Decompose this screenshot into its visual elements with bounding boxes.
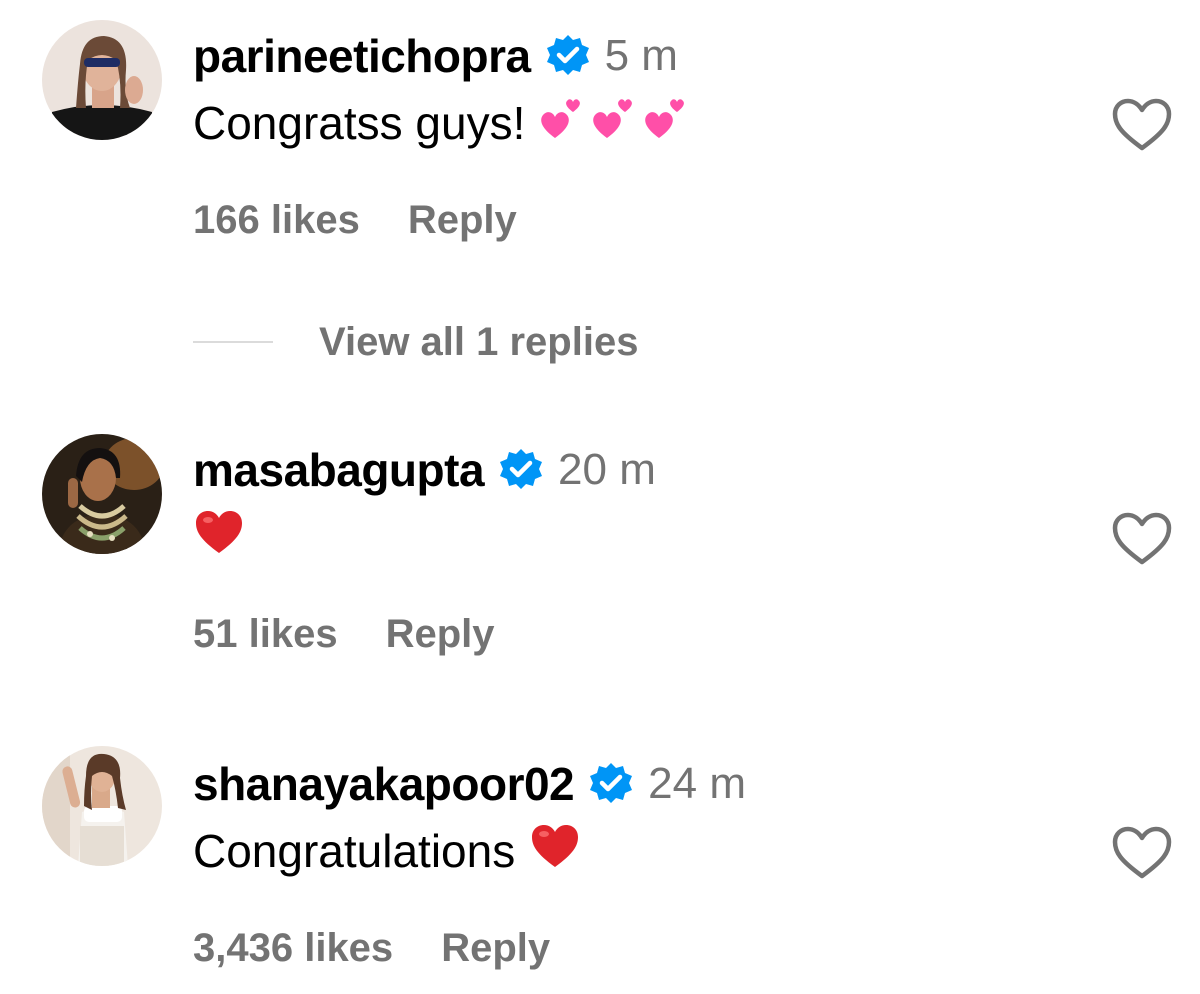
comment-timestamp: 24 m — [648, 759, 746, 808]
comment-header: parineetichopra 5 m — [193, 26, 678, 86]
comment-timestamp: 20 m — [558, 445, 656, 494]
comment-meta: 51 likes Reply — [193, 606, 495, 662]
verified-badge-icon — [545, 33, 591, 79]
verified-badge-icon — [588, 761, 634, 807]
username[interactable]: shanayakapoor02 — [193, 757, 575, 811]
comment-meta: 166 likes Reply — [193, 192, 517, 248]
avatar[interactable] — [42, 20, 162, 140]
avatar[interactable] — [42, 434, 162, 554]
comment-item: masabagupta 20 m 51 likes Reply — [0, 414, 1200, 684]
username[interactable]: parineetichopra — [193, 29, 531, 83]
red-heart-emoji — [529, 821, 581, 882]
comment-timestamp: 5 m — [604, 31, 678, 80]
comment-item: parineetichopra 5 m Congratss guys! 166 … — [0, 0, 1200, 390]
comment-body: Congratss guys! — [193, 97, 526, 149]
comment-meta: 3,436 likes Reply — [193, 920, 550, 976]
like-count[interactable]: 51 likes — [193, 612, 338, 657]
username[interactable]: masabagupta — [193, 443, 485, 497]
comment-text: Congratss guys! — [193, 90, 693, 156]
heart-outline-icon[interactable] — [1110, 96, 1174, 154]
verified-badge-icon — [498, 447, 544, 493]
reply-button[interactable]: Reply — [386, 612, 495, 657]
heart-outline-icon[interactable] — [1110, 510, 1174, 568]
red-heart-emoji — [193, 507, 245, 568]
comment-text — [193, 504, 245, 570]
comment-body: Congratulations — [193, 825, 516, 877]
like-count[interactable]: 3,436 likes — [193, 926, 393, 971]
heart-outline-icon[interactable] — [1110, 824, 1174, 882]
reply-button[interactable]: Reply — [408, 198, 517, 243]
view-replies-button[interactable]: View all 1 replies — [193, 314, 638, 370]
comment-text: Congratulations — [193, 818, 581, 884]
revolving-hearts-emoji — [537, 92, 693, 155]
avatar[interactable] — [42, 746, 162, 866]
reply-button[interactable]: Reply — [441, 926, 550, 971]
comment-header: shanayakapoor02 24 m — [193, 754, 746, 814]
like-count[interactable]: 166 likes — [193, 198, 360, 243]
view-replies-label: View all 1 replies — [319, 319, 639, 364]
replies-divider — [193, 341, 273, 343]
comment-item: shanayakapoor02 24 m Congratulations 3,4… — [0, 728, 1200, 994]
comment-header: masabagupta 20 m — [193, 440, 656, 500]
